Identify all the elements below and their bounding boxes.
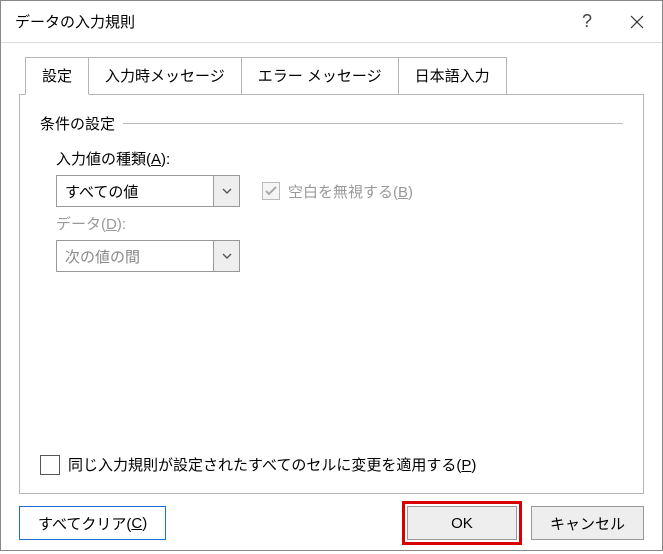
data-row: 次の値の間 — [56, 240, 623, 272]
tab-ime[interactable]: 日本語入力 — [398, 57, 507, 94]
help-button[interactable]: ? — [562, 1, 612, 43]
dialog-footer: すべてクリア(C) OK キャンセル — [1, 494, 662, 554]
group-header: 条件の設定 — [40, 113, 623, 134]
cancel-button[interactable]: キャンセル — [531, 506, 644, 540]
tab-strip: 設定 入力時メッセージ エラー メッセージ 日本語入力 — [25, 57, 644, 94]
data-combo: 次の値の間 — [56, 240, 240, 272]
apply-same-label: 同じ入力規則が設定されたすべてのセルに変更を適用する(P) — [68, 454, 476, 475]
ignore-blank-checkbox — [262, 182, 280, 200]
allow-row: すべての値 空白を無視する(B) — [56, 175, 623, 207]
group-divider — [123, 123, 623, 124]
data-combo-value: 次の値の間 — [57, 246, 213, 267]
ok-button[interactable]: OK — [407, 506, 517, 540]
tab-input-message[interactable]: 入力時メッセージ — [88, 57, 242, 94]
titlebar: データの入力規則 ? — [1, 1, 662, 43]
data-label: データ(D): — [56, 213, 623, 234]
apply-same-row: 同じ入力規則が設定されたすべてのセルに変更を適用する(P) — [40, 454, 476, 475]
apply-same-checkbox[interactable] — [40, 455, 60, 475]
allow-combo-button[interactable] — [213, 176, 239, 206]
checkmark-icon — [265, 186, 277, 196]
tab-settings[interactable]: 設定 — [25, 57, 89, 95]
close-button[interactable] — [612, 1, 662, 43]
dialog-title: データの入力規則 — [15, 11, 562, 32]
data-combo-button — [213, 241, 239, 271]
allow-combo-value: すべての値 — [57, 181, 213, 202]
allow-combo[interactable]: すべての値 — [56, 175, 240, 207]
chevron-down-icon — [222, 188, 232, 194]
ignore-blank-check: 空白を無視する(B) — [262, 181, 413, 202]
close-icon — [630, 15, 644, 29]
group-legend: 条件の設定 — [40, 113, 115, 134]
tab-error-message[interactable]: エラー メッセージ — [241, 57, 399, 94]
allow-label: 入力値の種類(A): — [56, 148, 623, 169]
tab-panel-settings: 条件の設定 入力値の種類(A): すべての値 空白を無視する(B) — [19, 94, 644, 494]
ignore-blank-label: 空白を無視する(B) — [288, 181, 413, 202]
dialog-content: 設定 入力時メッセージ エラー メッセージ 日本語入力 条件の設定 入力値の種類… — [1, 43, 662, 494]
chevron-down-icon — [222, 253, 232, 259]
clear-all-button[interactable]: すべてクリア(C) — [19, 506, 166, 540]
data-validation-dialog: データの入力規則 ? 設定 入力時メッセージ エラー メッセージ 日本語入力 条… — [0, 0, 663, 551]
